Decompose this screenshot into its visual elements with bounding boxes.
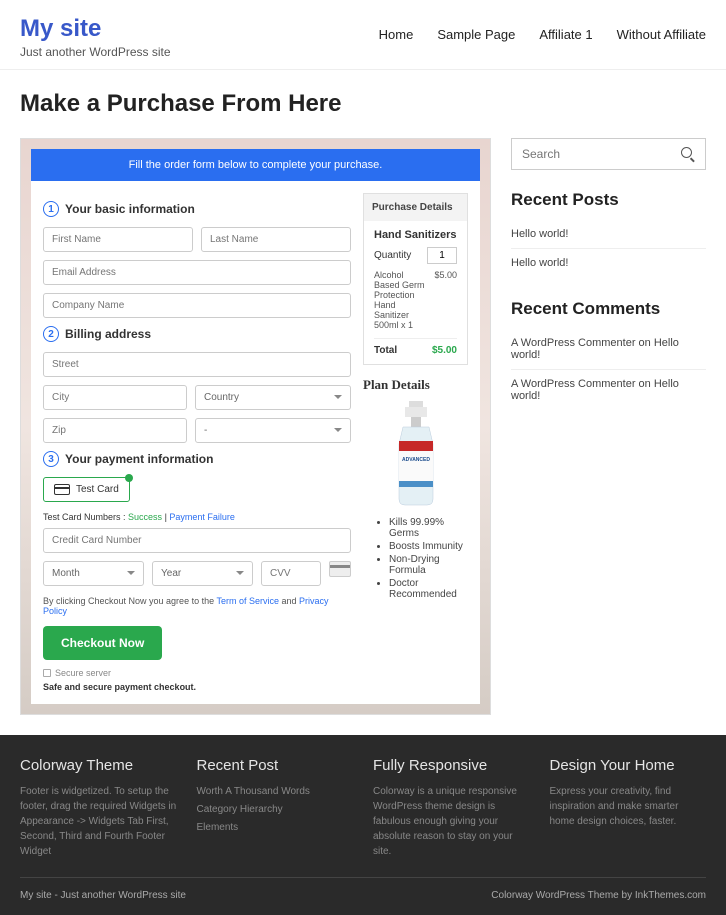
plan-bullets: Kills 99.99% Germs Boosts Immunity Non-D…: [363, 517, 468, 600]
search-input[interactable]: [522, 147, 681, 161]
order-header: Fill the order form below to complete yo…: [31, 149, 480, 181]
section-billing: Billing address: [65, 327, 151, 341]
footer-link[interactable]: Category Hierarchy: [197, 802, 354, 817]
nav-without-affiliate[interactable]: Without Affiliate: [617, 27, 706, 42]
bullet-item: Boosts Immunity: [389, 541, 468, 552]
nav-affiliate-1[interactable]: Affiliate 1: [539, 27, 592, 42]
footer-col-3-heading: Fully Responsive: [373, 757, 530, 774]
checkout-button[interactable]: Checkout Now: [43, 626, 162, 660]
footer-col-3-body: Colorway is a unique responsive WordPres…: [373, 784, 530, 859]
site-header: My site Just another WordPress site Home…: [0, 0, 726, 70]
year-select[interactable]: Year: [152, 561, 253, 586]
email-field[interactable]: [43, 260, 351, 285]
bullet-item: Non-Drying Formula: [389, 554, 468, 576]
test-card-label: Test Card: [76, 484, 119, 495]
step-2-icon: 2: [43, 326, 59, 342]
search-icon[interactable]: [681, 147, 695, 161]
nav-sample-page[interactable]: Sample Page: [437, 27, 515, 42]
recent-comments-heading: Recent Comments: [511, 299, 706, 319]
footer-link[interactable]: Elements: [197, 820, 354, 835]
tos-link[interactable]: Term of Service: [216, 596, 279, 606]
tos-text: By clicking Checkout Now you agree to th…: [43, 596, 351, 616]
footer-link[interactable]: Worth A Thousand Words: [197, 784, 354, 799]
search-box[interactable]: [511, 138, 706, 170]
order-form-panel: Fill the order form below to complete yo…: [20, 138, 491, 715]
first-name-field[interactable]: [43, 227, 193, 252]
lock-icon: [43, 669, 51, 677]
footer-col-4-heading: Design Your Home: [550, 757, 707, 774]
footer-col-2-heading: Recent Post: [197, 757, 354, 774]
footer-col-1-body: Footer is widgetized. To setup the foote…: [20, 784, 177, 859]
product-image: ADVANCED: [363, 399, 468, 509]
footer-left: My site - Just another WordPress site: [20, 890, 186, 901]
footer-right: Colorway WordPress Theme by InkThemes.co…: [491, 890, 706, 901]
site-footer: Colorway Theme Footer is widgetized. To …: [0, 735, 726, 915]
svg-text:ADVANCED: ADVANCED: [402, 457, 430, 463]
cc-number-field[interactable]: [43, 528, 351, 553]
recent-post-item[interactable]: Hello world!: [511, 220, 706, 249]
sidebar: Recent Posts Hello world! Hello world! R…: [511, 138, 706, 715]
nav-home[interactable]: Home: [379, 27, 414, 42]
recent-post-item[interactable]: Hello world!: [511, 249, 706, 277]
footer-col-4-body: Express your creativity, find inspiratio…: [550, 784, 707, 829]
test-card-button[interactable]: Test Card: [43, 477, 130, 502]
zip-field[interactable]: [43, 418, 187, 443]
bullet-item: Kills 99.99% Germs: [389, 517, 468, 539]
country-select[interactable]: Country: [195, 385, 351, 410]
cvv-card-icon: [329, 561, 351, 577]
product-price: $5.00: [434, 270, 457, 330]
recent-comment-item[interactable]: A WordPress Commenter on Hello world!: [511, 329, 706, 370]
company-field[interactable]: [43, 293, 351, 318]
last-name-field[interactable]: [201, 227, 351, 252]
card-icon: [54, 484, 70, 495]
state-select[interactable]: -: [195, 418, 351, 443]
city-field[interactable]: [43, 385, 187, 410]
site-tagline: Just another WordPress site: [20, 45, 171, 59]
bullet-item: Doctor Recommended: [389, 578, 468, 600]
quantity-label: Quantity: [374, 250, 411, 261]
total-amount: $5.00: [432, 345, 457, 356]
test-card-numbers: Test Card Numbers : Success | Payment Fa…: [43, 512, 351, 522]
safe-checkout-text: Safe and secure payment checkout.: [43, 682, 351, 692]
secure-server-label: Secure server: [55, 668, 111, 678]
tcn-success-link[interactable]: Success: [128, 512, 162, 522]
section-basic-info: Your basic information: [65, 202, 195, 216]
month-select[interactable]: Month: [43, 561, 144, 586]
street-field[interactable]: [43, 352, 351, 377]
check-icon: [125, 474, 133, 482]
purchase-details-header: Purchase Details: [364, 194, 467, 221]
total-label: Total: [374, 345, 397, 356]
recent-comment-item[interactable]: A WordPress Commenter on Hello world!: [511, 370, 706, 410]
tcn-failure-link[interactable]: Payment Failure: [169, 512, 235, 522]
recent-posts-heading: Recent Posts: [511, 190, 706, 210]
main-nav: Home Sample Page Affiliate 1 Without Aff…: [379, 15, 706, 42]
site-title[interactable]: My site: [20, 15, 171, 43]
quantity-stepper[interactable]: [427, 247, 457, 264]
product-name: Hand Sanitizers: [374, 229, 457, 241]
plan-details-title: Plan Details: [363, 377, 468, 393]
footer-col-1-heading: Colorway Theme: [20, 757, 177, 774]
purchase-details-card: Purchase Details Hand Sanitizers Quantit…: [363, 193, 468, 365]
page-title: Make a Purchase From Here: [0, 70, 726, 138]
cvv-field[interactable]: [261, 561, 321, 586]
step-1-icon: 1: [43, 201, 59, 217]
product-desc: Alcohol Based Germ Protection Hand Sanit…: [374, 270, 434, 330]
step-3-icon: 3: [43, 451, 59, 467]
section-payment: Your payment information: [65, 452, 213, 466]
